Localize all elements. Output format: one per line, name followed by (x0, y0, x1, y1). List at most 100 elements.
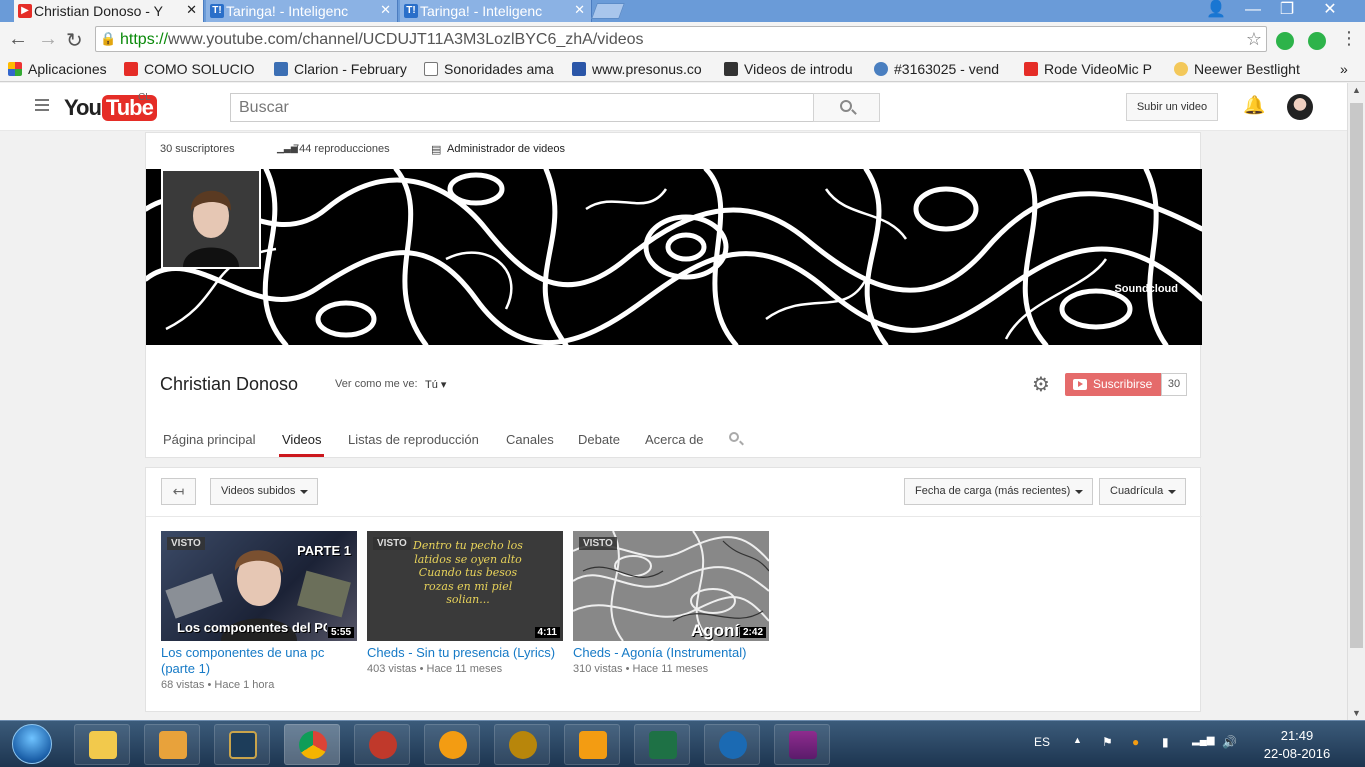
taskbar-app-battlenet[interactable] (704, 724, 760, 765)
browser-tab-taringa-1[interactable]: T! Taringa! - Inteligenc ✕ (206, 0, 398, 22)
signal-icon[interactable]: ▂▄▆ (1192, 735, 1214, 746)
tab-channels[interactable]: Canales (506, 432, 554, 447)
view-mode-dropdown[interactable]: Cuadrícula (1099, 478, 1187, 505)
chrome-icon (299, 731, 327, 759)
restore-window-icon[interactable]: ❐ (1272, 0, 1302, 20)
page-scrollbar[interactable]: ▲ ▼ (1347, 83, 1365, 720)
video-card[interactable]: VISTO Agonía 2:42 Cheds - Agonía (Instru… (573, 531, 769, 675)
tab-about[interactable]: Acerca de (645, 432, 704, 447)
view-as-label: Ver como me ve: (335, 378, 418, 390)
youtube-icon (1024, 62, 1038, 76)
bookmark-star-icon[interactable]: ☆ (1246, 29, 1262, 50)
address-bar[interactable]: 🔒 https://www.youtube.com/channel/UCDUJT… (95, 26, 1267, 52)
avatar[interactable] (1287, 94, 1313, 120)
battery-icon[interactable]: ▮ (1162, 735, 1169, 749)
video-manager-link[interactable]: Administrador de videos (447, 143, 565, 155)
hamburger-menu-icon[interactable] (35, 99, 49, 114)
thumbnail-tag: PARTE 1 (297, 543, 351, 558)
tab-playlists[interactable]: Listas de reproducción (348, 432, 479, 447)
channel-profile-picture[interactable] (161, 169, 261, 269)
video-title-link[interactable]: Cheds - Agonía (Instrumental) (573, 645, 769, 661)
video-thumbnail[interactable]: VISTO Dentro tu pecho los latidos se oye… (367, 531, 563, 641)
user-profile-icon[interactable]: 👤 (1204, 0, 1228, 20)
tab-discussion[interactable]: Debate (578, 432, 620, 447)
bookmark-item[interactable]: Videos de introdu (724, 59, 862, 79)
browser-toolbar: ← → ↻ 🔒 https://www.youtube.com/channel/… (0, 22, 1365, 56)
taskbar-app-cakewalk[interactable] (354, 724, 410, 765)
language-indicator[interactable]: ES (1034, 735, 1050, 749)
video-thumbnail[interactable]: VISTO Agonía 2:42 (573, 531, 769, 641)
tab-title: Taringa! - Inteligenc (226, 3, 349, 19)
tab-home[interactable]: Página principal (163, 432, 256, 447)
video-thumbnail[interactable]: VISTO PARTE 1 Los componentes del PC 5:5… (161, 531, 357, 641)
mixer-icon (724, 62, 738, 76)
back-button[interactable]: ↤ (161, 478, 196, 505)
minimize-window-icon[interactable]: — (1238, 0, 1268, 20)
new-tab-button[interactable] (591, 3, 625, 19)
video-title-link[interactable]: Cheds - Sin tu presencia (Lyrics) (367, 645, 563, 661)
back-arrow-icon[interactable]: ← (8, 28, 28, 51)
uploads-filter-dropdown[interactable]: Videos subidos (210, 478, 319, 505)
bookmark-apps[interactable]: Aplicaciones (8, 59, 118, 79)
extension-icon[interactable] (1308, 32, 1326, 50)
extension-icon[interactable] (1276, 32, 1294, 50)
scrollbar-thumb[interactable] (1350, 103, 1363, 648)
taskbar-app-media[interactable] (144, 724, 200, 765)
view-as-dropdown[interactable]: Tú ▾ (425, 378, 446, 391)
system-clock[interactable]: 21:49 22-08-2016 (1262, 727, 1332, 763)
taskbar-app-flstudio[interactable] (564, 724, 620, 765)
subscriber-count: 30 (1161, 373, 1187, 396)
sort-dropdown[interactable]: Fecha de carga (más recientes) (904, 478, 1094, 505)
close-tab-icon[interactable]: ✕ (574, 2, 585, 18)
gear-icon[interactable]: ⚙ (1032, 372, 1050, 397)
app-tray-icon[interactable]: ● (1132, 735, 1139, 749)
video-title-link[interactable]: Los componentes de una pc (parte 1) (161, 645, 357, 677)
upload-video-button[interactable]: Subir un video (1126, 93, 1218, 121)
browser-tab-taringa-2[interactable]: T! Taringa! - Inteligenc ✕ (400, 0, 592, 22)
more-bookmarks-icon[interactable]: » (1340, 59, 1360, 79)
scroll-up-icon[interactable]: ▲ (1352, 85, 1361, 95)
bookmark-item[interactable]: Sonoridades ama (424, 59, 560, 79)
close-window-icon[interactable]: ✕ (1310, 0, 1350, 20)
bookmark-item[interactable]: www.presonus.co (572, 59, 712, 79)
notifications-bell-icon[interactable]: 🔔 (1243, 95, 1265, 116)
scroll-down-icon[interactable]: ▼ (1352, 708, 1361, 718)
bookmark-item[interactable]: #3163025 - vend (874, 59, 1012, 79)
taskbar-app-winrar[interactable] (774, 724, 830, 765)
tab-videos[interactable]: Videos (282, 432, 322, 447)
windows-start-button[interactable] (12, 724, 52, 764)
browser-tab-youtube[interactable]: ▶ Christian Donoso - Y ✕ (14, 0, 204, 22)
channel-header-card: 30 suscriptores ▁▃▅ 744 reproducciones ▤… (145, 132, 1202, 458)
search-input[interactable]: Buscar (230, 93, 814, 122)
thumbnail-caption: Los componentes del PC (177, 620, 327, 635)
show-hidden-icons[interactable]: ▲ (1073, 735, 1082, 745)
volume-icon[interactable]: 🔊 (1222, 735, 1237, 749)
bookmark-item[interactable]: Neewer Bestlight (1174, 59, 1310, 79)
taskbar-app-chrome[interactable] (284, 724, 340, 765)
soundcloud-link[interactable]: Soundcloud (1114, 283, 1178, 295)
forward-arrow-icon[interactable]: → (38, 28, 58, 51)
close-tab-icon[interactable]: ✕ (186, 2, 197, 18)
channel-search-icon[interactable] (729, 432, 739, 442)
video-card[interactable]: VISTO Dentro tu pecho los latidos se oye… (367, 531, 563, 675)
taskbar-app-league[interactable] (214, 724, 270, 765)
youtube-logo[interactable]: You Tube CL (64, 92, 157, 121)
taskbar-app-origin[interactable] (424, 724, 480, 765)
bookmark-item[interactable]: Clarion - February (274, 59, 412, 79)
taskbar-app-warcraft[interactable] (494, 724, 550, 765)
network-warning-icon[interactable]: ⚑ (1102, 735, 1113, 749)
bookmark-item[interactable]: COMO SOLUCIO (124, 59, 260, 79)
media-player-icon (159, 731, 187, 759)
close-tab-icon[interactable]: ✕ (380, 2, 391, 18)
bookmark-item[interactable]: Rode VideoMic P (1024, 59, 1162, 79)
reload-icon[interactable]: ↻ (66, 28, 83, 53)
search-button[interactable] (813, 93, 880, 122)
lock-icon: 🔒 (100, 31, 117, 46)
video-card[interactable]: VISTO PARTE 1 Los componentes del PC 5:5… (161, 531, 357, 691)
tab-title: Taringa! - Inteligenc (420, 3, 543, 19)
subscribe-button[interactable]: Suscribirse (1065, 373, 1161, 396)
menu-icon[interactable]: ⋮ (1340, 28, 1358, 49)
taskbar-app-explorer[interactable] (74, 724, 130, 765)
taskbar-app-excel[interactable] (634, 724, 690, 765)
video-duration: 4:11 (534, 627, 560, 638)
